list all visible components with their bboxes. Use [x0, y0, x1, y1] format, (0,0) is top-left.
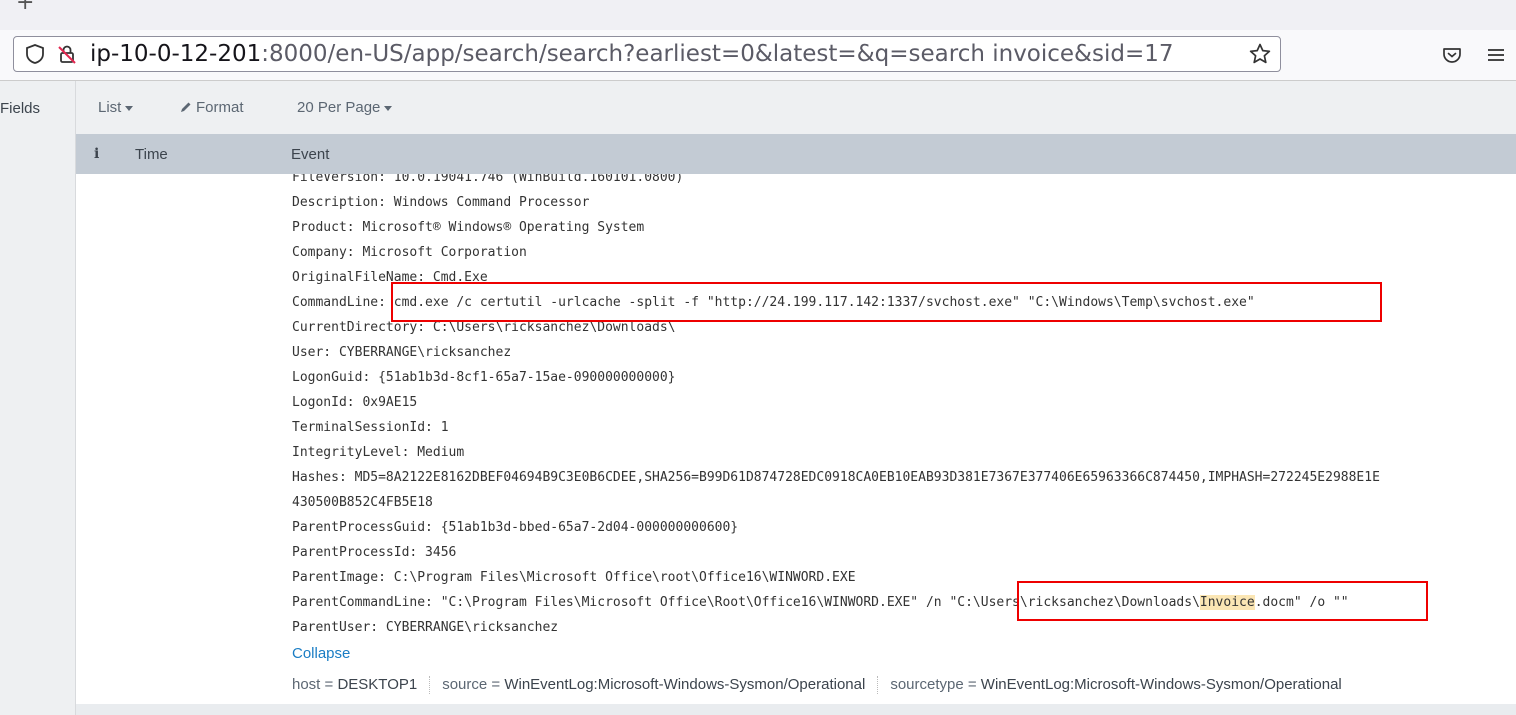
- event-line: User: CYBERRANGE\ricksanchez: [292, 345, 512, 360]
- list-view-dropdown[interactable]: List: [98, 99, 134, 116]
- event-line: Company: Microsoft Corporation: [292, 245, 527, 260]
- event-line: Description: Windows Command Processor: [292, 195, 590, 210]
- meta-host[interactable]: host = DESKTOP1: [292, 676, 417, 693]
- new-tab-button[interactable]: +: [16, 0, 34, 15]
- url-bar[interactable]: ip-10-0-12-201:8000/en-US/app/search/sea…: [13, 36, 1281, 72]
- fields-sidebar: Fields: [0, 81, 76, 715]
- results-bottom-strip: [76, 704, 1516, 715]
- meta-sourcetype[interactable]: sourcetype = WinEventLog:Microsoft-Windo…: [890, 676, 1341, 693]
- event-line: Product: Microsoft® Windows® Operating S…: [292, 220, 645, 235]
- caret-down-icon: [384, 105, 393, 111]
- star-icon[interactable]: [1248, 42, 1272, 66]
- collapse-link[interactable]: Collapse: [292, 645, 350, 662]
- pencil-icon: [181, 102, 191, 112]
- browser-nav-bar: ip-10-0-12-201:8000/en-US/app/search/sea…: [0, 30, 1516, 81]
- event-line: LogonGuid: {51ab1b3d-8cf1-65a7-15ae-0900…: [292, 370, 676, 385]
- browser-tab-strip: +: [0, 0, 1516, 31]
- format-label: Format: [196, 99, 244, 116]
- results-toolbar: List Format 20 Per Page: [76, 81, 1516, 134]
- info-column-header: i: [94, 146, 100, 162]
- per-page-label: 20 Per Page: [297, 99, 381, 116]
- meta-divider: [877, 676, 879, 695]
- event-line: CurrentDirectory: C:\Users\ricksanchez\D…: [292, 320, 676, 335]
- pocket-icon[interactable]: [1440, 43, 1464, 67]
- time-column-header[interactable]: Time: [135, 146, 168, 163]
- invoice-path-annotation-box: [1017, 581, 1428, 621]
- event-line: ParentImage: C:\Program Files\Microsoft …: [292, 570, 856, 585]
- event-line-hashes: Hashes: MD5=8A2122E8162DBEF04694B9C3E0B6…: [292, 470, 1380, 485]
- event-line-hashes-cont: 430500B852C4FB5E18: [292, 495, 433, 510]
- commandline-annotation-box: [391, 282, 1382, 322]
- event-detail: FileVersion: 10.0.19041.746 (WinBuild.16…: [76, 174, 1516, 704]
- hamburger-menu-icon[interactable]: [1484, 43, 1508, 67]
- event-line: IntegrityLevel: Medium: [292, 445, 465, 460]
- meta-divider: [429, 676, 431, 695]
- results-table-header: i Time Event: [76, 134, 1516, 174]
- event-metadata: host = DESKTOP1 source = WinEventLog:Micr…: [292, 676, 1342, 695]
- list-view-label: List: [98, 99, 122, 116]
- url-path: :8000/en-US/app/search/search?earliest=0…: [261, 41, 1174, 67]
- fields-toggle[interactable]: Fields: [0, 100, 40, 117]
- lock-slash-icon[interactable]: [56, 43, 78, 65]
- caret-down-icon: [125, 105, 134, 111]
- event-line: LogonId: 0x9AE15: [292, 395, 418, 410]
- event-column-header: Event: [291, 146, 330, 163]
- event-line: ParentProcessId: 3456: [292, 545, 457, 560]
- event-line: ParentUser: CYBERRANGE\ricksanchez: [292, 620, 559, 635]
- event-line: TerminalSessionId: 1: [292, 420, 449, 435]
- format-button[interactable]: Format: [180, 99, 244, 116]
- event-line: FileVersion: 10.0.19041.746 (WinBuild.16…: [292, 174, 684, 185]
- per-page-dropdown[interactable]: 20 Per Page: [297, 99, 393, 116]
- url-host: ip-10-0-12-201: [90, 41, 262, 67]
- shield-icon[interactable]: [24, 43, 46, 65]
- meta-source[interactable]: source = WinEventLog:Microsoft-Windows-S…: [442, 676, 865, 693]
- event-line: ParentProcessGuid: {51ab1b3d-bbed-65a7-2…: [292, 520, 739, 535]
- url-text[interactable]: ip-10-0-12-201:8000/en-US/app/search/sea…: [90, 39, 1250, 69]
